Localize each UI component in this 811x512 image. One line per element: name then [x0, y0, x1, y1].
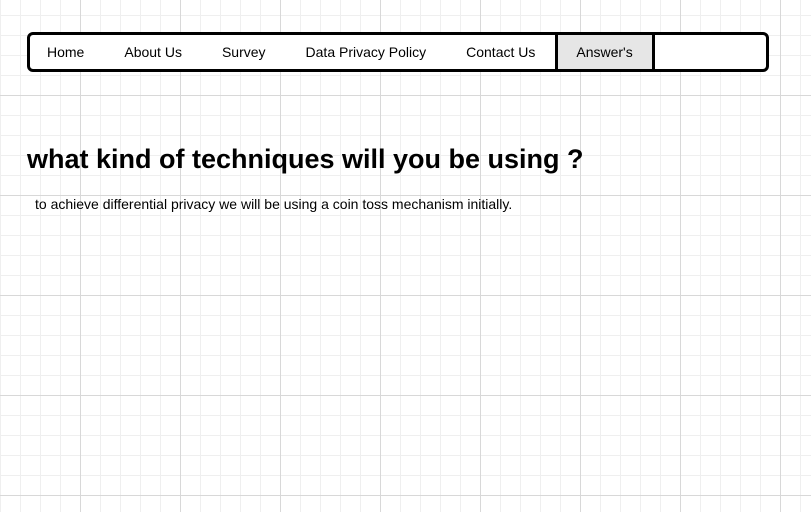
nav-data-privacy-policy[interactable]: Data Privacy Policy: [286, 35, 447, 69]
nav-contact-us[interactable]: Contact Us: [446, 35, 555, 69]
nav-survey[interactable]: Survey: [202, 35, 286, 69]
page-title: what kind of techniques will you be usin…: [27, 144, 584, 174]
nav-home[interactable]: Home: [30, 35, 104, 69]
answer-text: to achieve differential privacy we will …: [35, 196, 513, 212]
nav-about-us[interactable]: About Us: [104, 35, 202, 69]
nav-answers[interactable]: Answer's: [555, 35, 655, 69]
main-navbar: Home About Us Survey Data Privacy Policy…: [27, 32, 769, 72]
nav-empty-slot: [655, 35, 766, 69]
